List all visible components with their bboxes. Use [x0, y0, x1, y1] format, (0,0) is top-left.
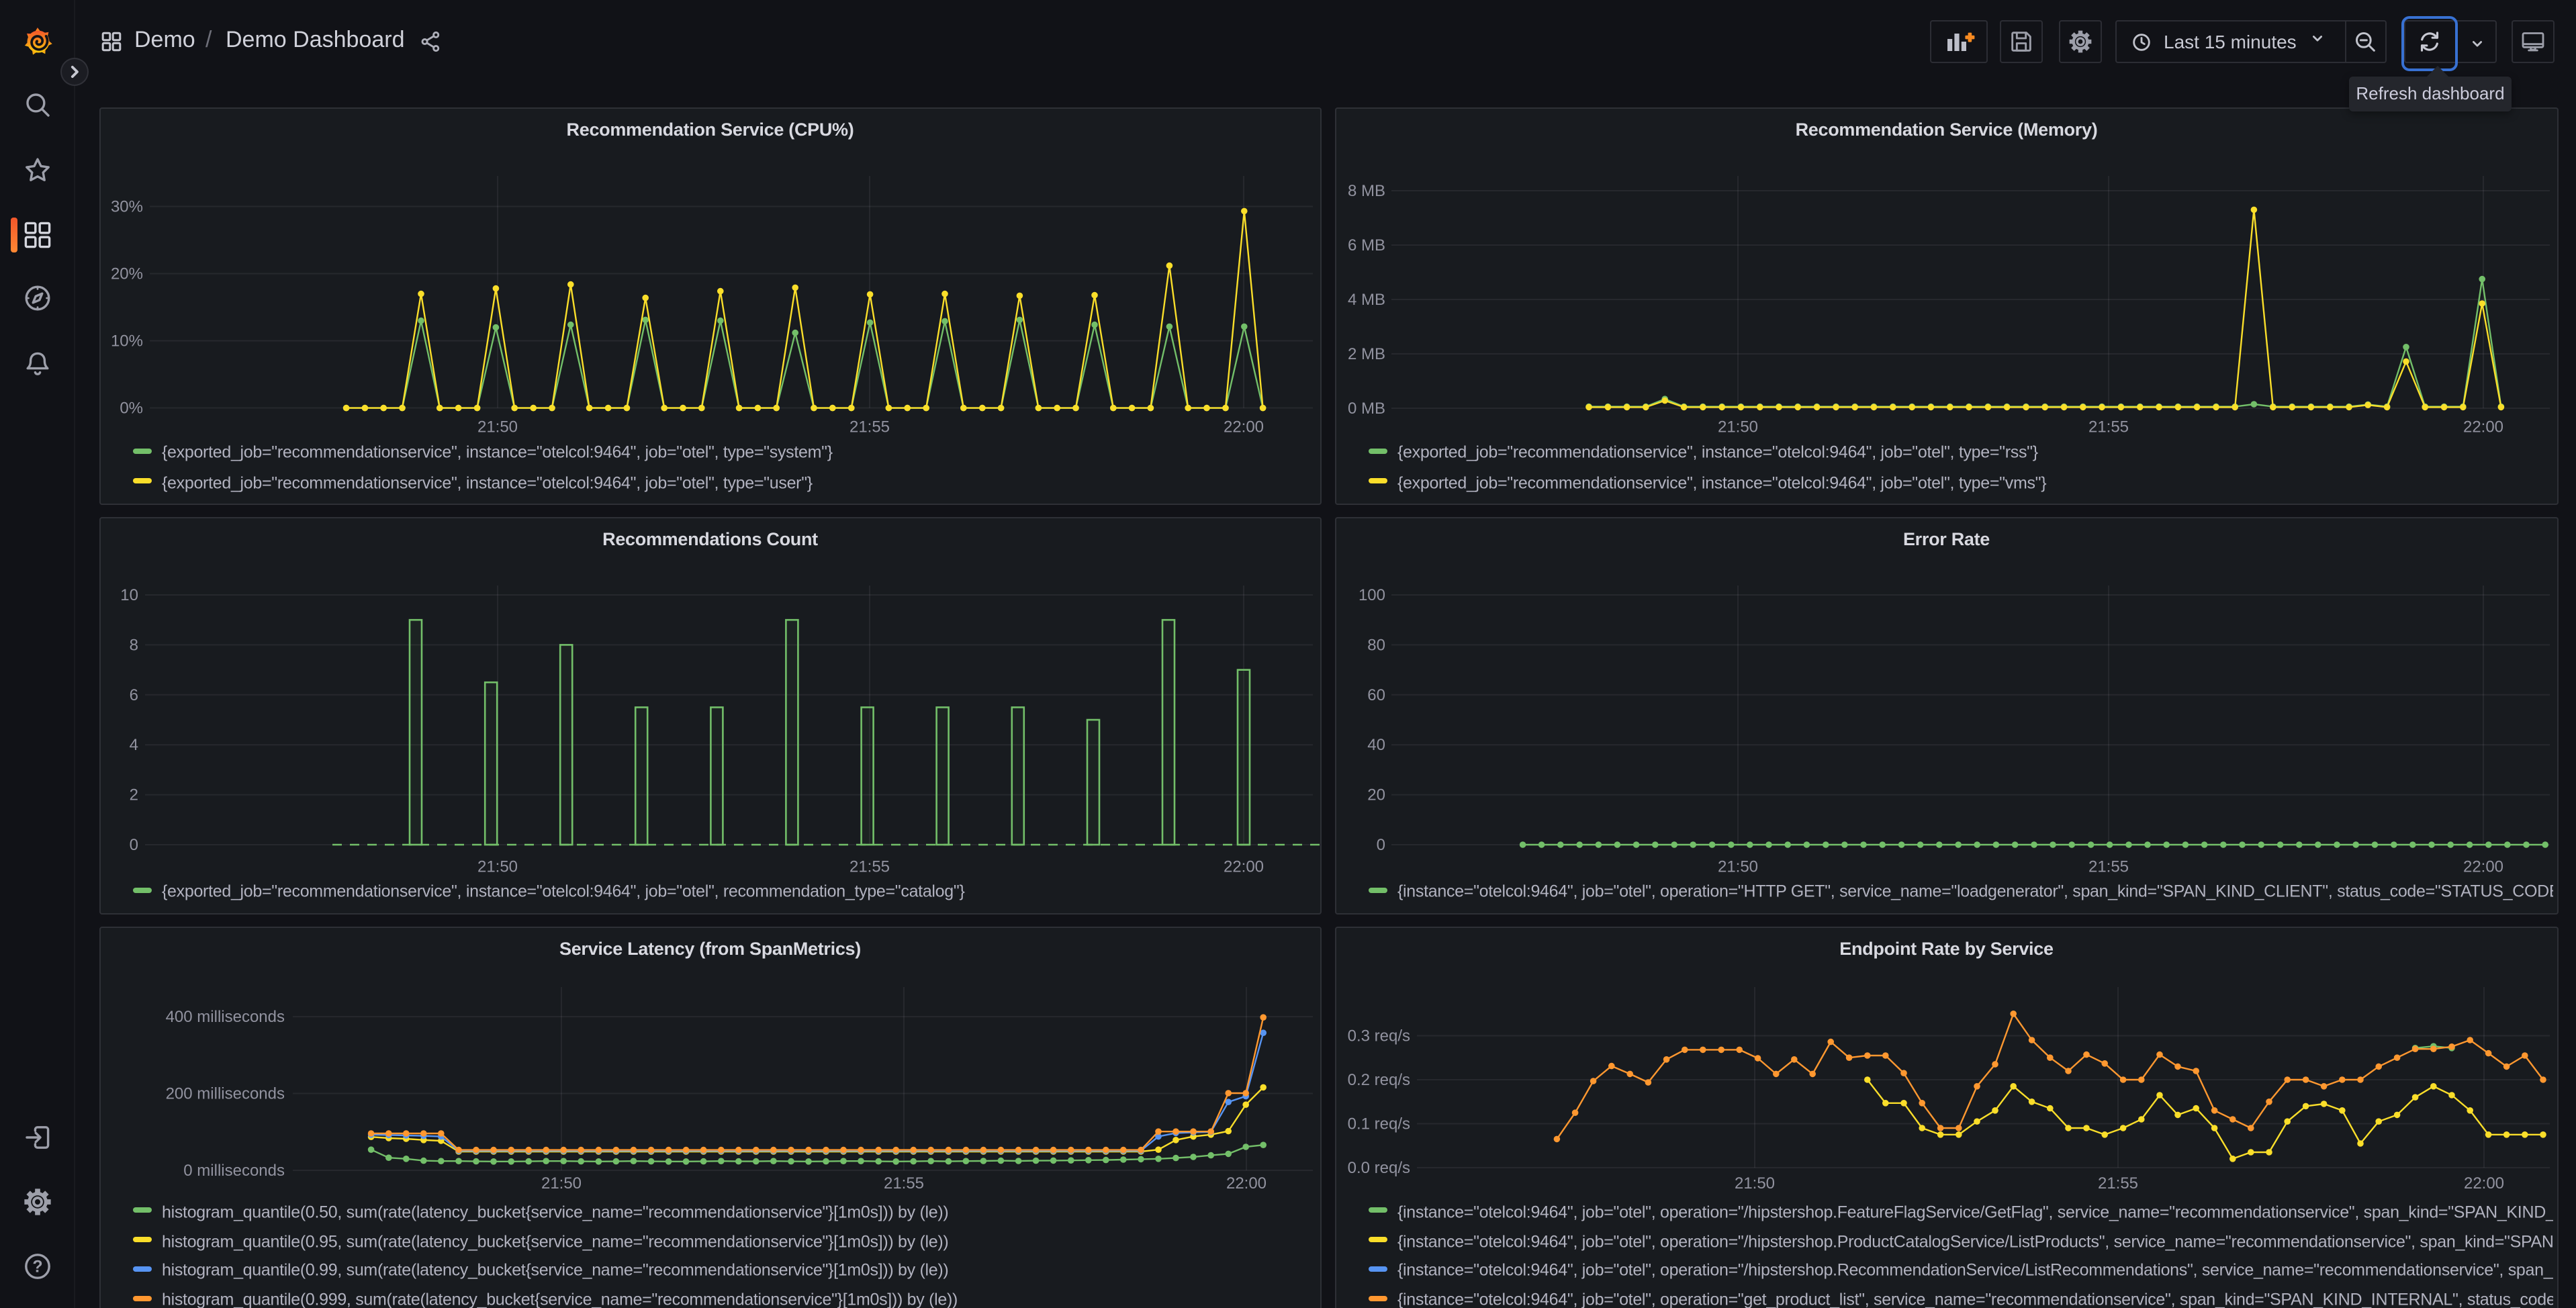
svg-text:100: 100	[1358, 586, 1385, 604]
svg-text:4 MB: 4 MB	[1347, 290, 1385, 308]
svg-text:22:00: 22:00	[2463, 857, 2503, 876]
svg-text:21:55: 21:55	[883, 1174, 923, 1192]
svg-text:20: 20	[1367, 786, 1385, 804]
svg-text:6: 6	[129, 686, 138, 704]
svg-text:22:00: 22:00	[1223, 418, 1263, 436]
svg-text:0 MB: 0 MB	[1347, 399, 1385, 417]
svg-text:21:55: 21:55	[849, 418, 889, 436]
svg-text:22:00: 22:00	[2463, 1174, 2503, 1192]
svg-text:0.1 req/s: 0.1 req/s	[1347, 1115, 1410, 1133]
svg-text:21:55: 21:55	[2088, 857, 2128, 876]
svg-text:21:55: 21:55	[2097, 1174, 2137, 1192]
svg-text:400 milliseconds: 400 milliseconds	[165, 1007, 284, 1025]
svg-text:30%: 30%	[110, 197, 142, 216]
svg-text:40: 40	[1367, 735, 1385, 753]
svg-text:21:55: 21:55	[849, 857, 889, 876]
svg-text:0%: 0%	[119, 399, 142, 417]
svg-text:21:50: 21:50	[477, 418, 517, 436]
svg-text:22:00: 22:00	[1223, 857, 1263, 876]
svg-text:60: 60	[1367, 686, 1385, 704]
svg-text:8 MB: 8 MB	[1347, 181, 1385, 199]
svg-text:0 milliseconds: 0 milliseconds	[183, 1161, 284, 1179]
svg-text:21:50: 21:50	[1717, 857, 1757, 876]
svg-text:0.0 req/s: 0.0 req/s	[1347, 1158, 1410, 1176]
svg-text:80: 80	[1367, 635, 1385, 653]
svg-text:6 MB: 6 MB	[1347, 236, 1385, 254]
svg-text:21:55: 21:55	[2088, 418, 2128, 436]
svg-text:21:50: 21:50	[1717, 418, 1757, 436]
svg-text:10: 10	[120, 586, 138, 604]
svg-text:8: 8	[129, 635, 138, 653]
svg-text:21:50: 21:50	[541, 1174, 581, 1192]
svg-text:0.2 req/s: 0.2 req/s	[1347, 1070, 1410, 1088]
svg-text:22:00: 22:00	[2463, 418, 2503, 436]
svg-text:4: 4	[129, 735, 138, 753]
svg-text:0: 0	[129, 835, 138, 853]
svg-text:10%: 10%	[110, 332, 142, 350]
svg-text:20%: 20%	[110, 265, 142, 283]
svg-text:0.3 req/s: 0.3 req/s	[1347, 1027, 1410, 1045]
svg-text:200 milliseconds: 200 milliseconds	[165, 1084, 284, 1103]
svg-text:2: 2	[129, 786, 138, 804]
svg-text:21:50: 21:50	[1734, 1174, 1774, 1192]
svg-text:22:00: 22:00	[1226, 1174, 1266, 1192]
svg-text:0: 0	[1376, 835, 1385, 853]
svg-text:?: ?	[32, 1256, 42, 1275]
svg-text:21:50: 21:50	[477, 857, 517, 876]
svg-text:2 MB: 2 MB	[1347, 344, 1385, 363]
